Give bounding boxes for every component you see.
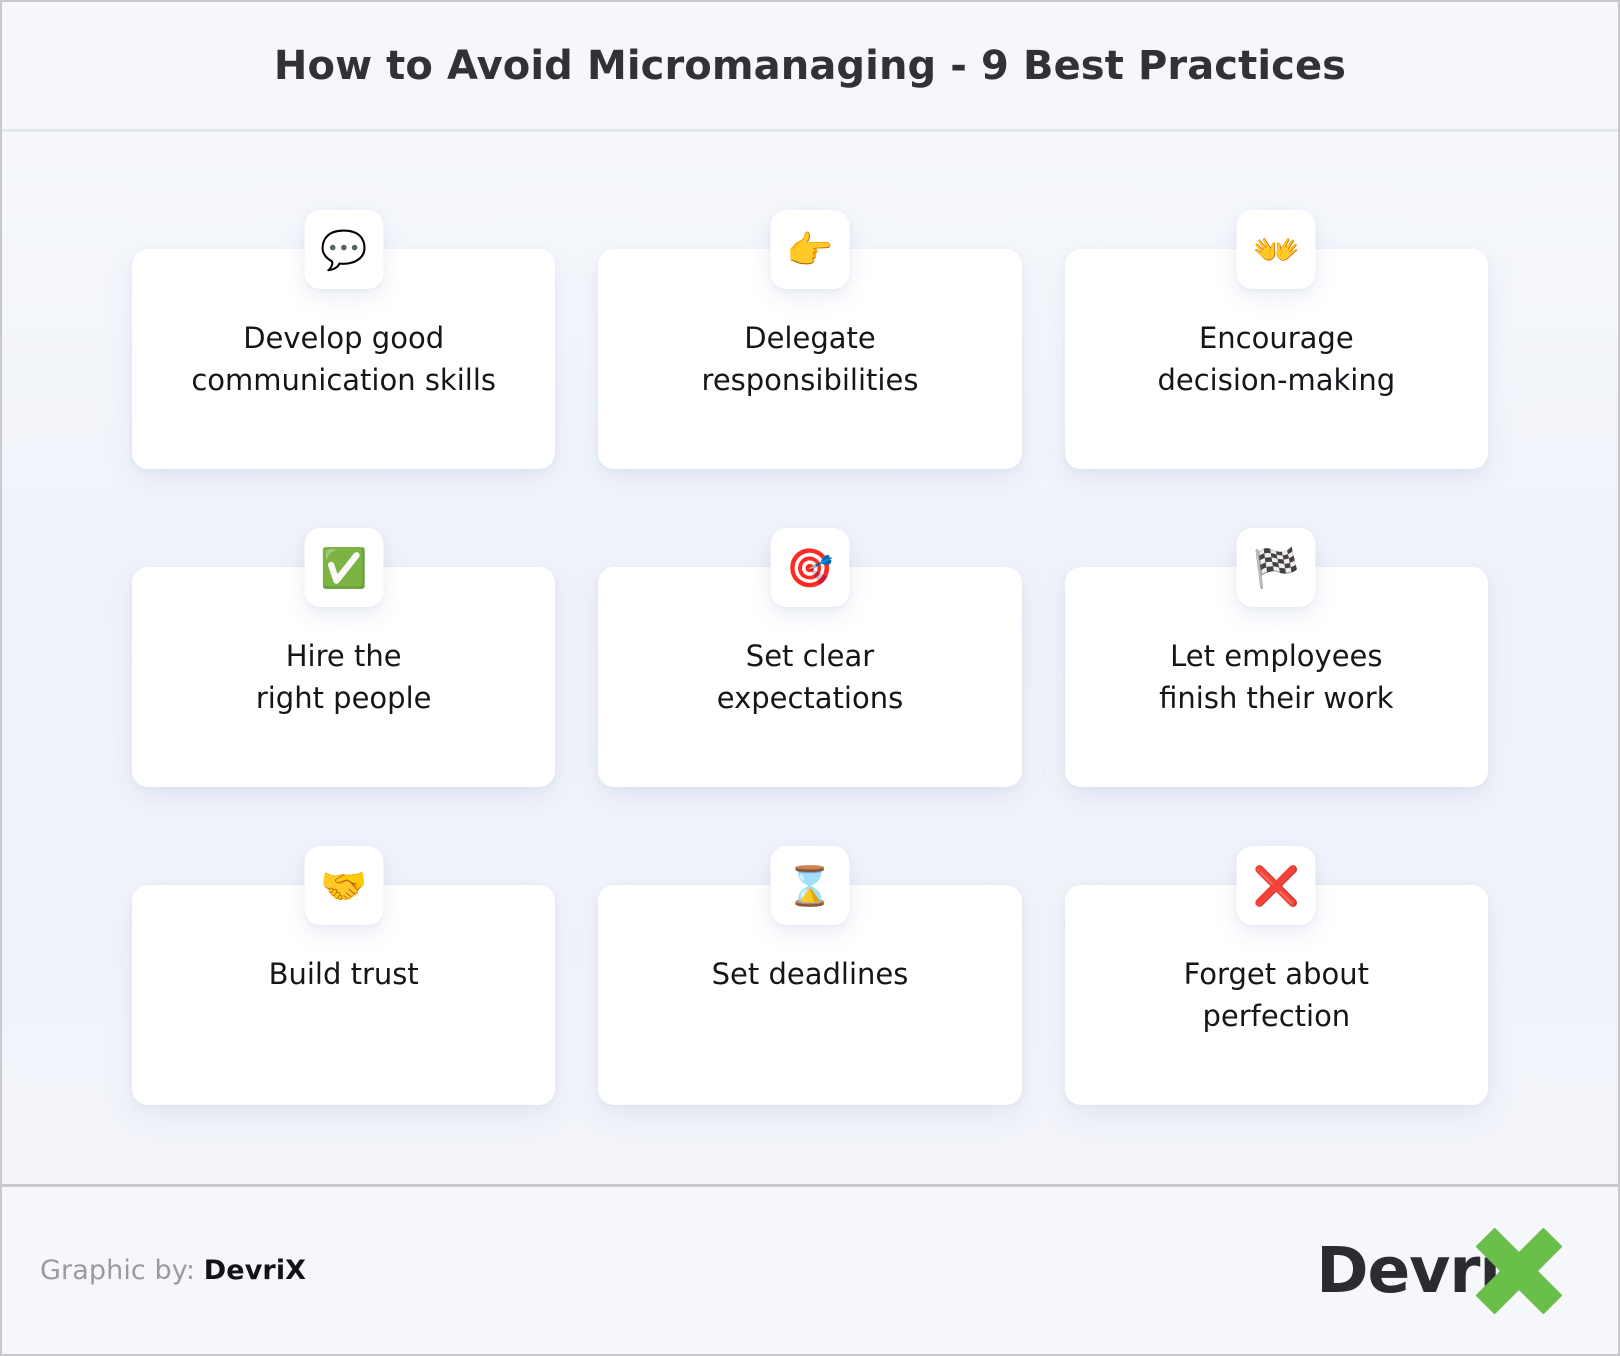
- practice-card[interactable]: ✅ Hire the right people: [132, 528, 556, 787]
- check-mark-button-icon-glyph: ✅: [319, 545, 368, 590]
- footer-bar: Graphic by: DevriX Devri: [2, 1184, 1618, 1354]
- credit-brand-name: DevriX: [203, 1255, 307, 1286]
- open-hands-icon-glyph: 👐: [1252, 227, 1300, 272]
- speech-balloon-icon: 💬: [304, 210, 384, 289]
- handshake-icon-glyph: 🤝: [319, 863, 368, 908]
- devrix-logo-x-icon: [1476, 1228, 1562, 1314]
- check-mark-button-icon: ✅: [304, 528, 384, 607]
- practice-card-label: Encourage decision-making: [1157, 321, 1396, 398]
- pointing-right-hand-icon-glyph: 👉: [786, 227, 834, 272]
- card-slot: 🤝 Build trust: [132, 846, 556, 1124]
- card-slot: 👉 Delegate responsibilities: [598, 210, 1022, 488]
- speech-balloon-icon-glyph: 💬: [319, 227, 368, 272]
- hourglass-icon-glyph: ⌛: [786, 863, 834, 908]
- practice-card-label: Forget about perfection: [1183, 957, 1369, 1034]
- practice-card-label: Let employees finish their work: [1159, 639, 1394, 716]
- header-bar: How to Avoid Micromanaging - 9 Best Prac…: [2, 2, 1618, 132]
- card-slot: ❌ Forget about perfection: [1064, 846, 1488, 1124]
- card-slot: 👐 Encourage decision-making: [1064, 210, 1488, 488]
- pointing-right-hand-icon: 👉: [770, 210, 850, 289]
- practice-card-label: Develop good communication skills: [191, 321, 496, 398]
- practice-card[interactable]: 💬 Develop good communication skills: [132, 210, 556, 469]
- page-title: How to Avoid Micromanaging - 9 Best Prac…: [273, 42, 1347, 89]
- chequered-flag-icon-glyph: 🏁: [1252, 545, 1300, 590]
- card-slot: 🏁 Let employees finish their work: [1064, 528, 1488, 806]
- cross-mark-icon-glyph: ❌: [1252, 863, 1300, 908]
- infographic-canvas: How to Avoid Micromanaging - 9 Best Prac…: [0, 0, 1620, 1356]
- card-slot: ⌛ Set deadlines: [598, 846, 1022, 1124]
- cards-area: 💬 Develop good communication skills 👉 De…: [2, 132, 1618, 1184]
- practice-card[interactable]: ❌ Forget about perfection: [1064, 846, 1488, 1105]
- practice-card[interactable]: 🤝 Build trust: [132, 846, 556, 1105]
- card-slot: 💬 Develop good communication skills: [132, 210, 556, 488]
- practice-card-label: Build trust: [268, 957, 419, 991]
- practice-card[interactable]: 🏁 Let employees finish their work: [1064, 528, 1488, 787]
- practice-card[interactable]: 👉 Delegate responsibilities: [598, 210, 1022, 469]
- practice-card[interactable]: ⌛ Set deadlines: [598, 846, 1022, 1105]
- bullseye-dart-icon: 🎯: [770, 528, 850, 607]
- open-hands-icon: 👐: [1236, 210, 1316, 289]
- practice-card-label: Hire the right people: [255, 639, 432, 716]
- chequered-flag-icon: 🏁: [1236, 528, 1316, 607]
- handshake-icon: 🤝: [304, 846, 384, 925]
- devrix-logo[interactable]: Devri: [1316, 1228, 1580, 1314]
- credit-prefix: Graphic by:: [40, 1255, 204, 1286]
- best-practices-grid: 💬 Develop good communication skills 👉 De…: [132, 210, 1488, 1124]
- practice-card[interactable]: 👐 Encourage decision-making: [1064, 210, 1488, 469]
- bullseye-dart-icon-glyph: 🎯: [786, 545, 834, 590]
- devrix-logo-wordmark: Devri: [1316, 1234, 1501, 1307]
- credit-text: Graphic by: DevriX: [40, 1255, 306, 1286]
- practice-card-label: Set deadlines: [711, 957, 909, 991]
- card-slot: ✅ Hire the right people: [132, 528, 556, 806]
- practice-card-label: Delegate responsibilities: [701, 321, 919, 398]
- card-slot: 🎯 Set clear expectations: [598, 528, 1022, 806]
- practice-card[interactable]: 🎯 Set clear expectations: [598, 528, 1022, 787]
- cross-mark-icon: ❌: [1236, 846, 1316, 925]
- hourglass-icon: ⌛: [770, 846, 850, 925]
- practice-card-label: Set clear expectations: [716, 639, 904, 716]
